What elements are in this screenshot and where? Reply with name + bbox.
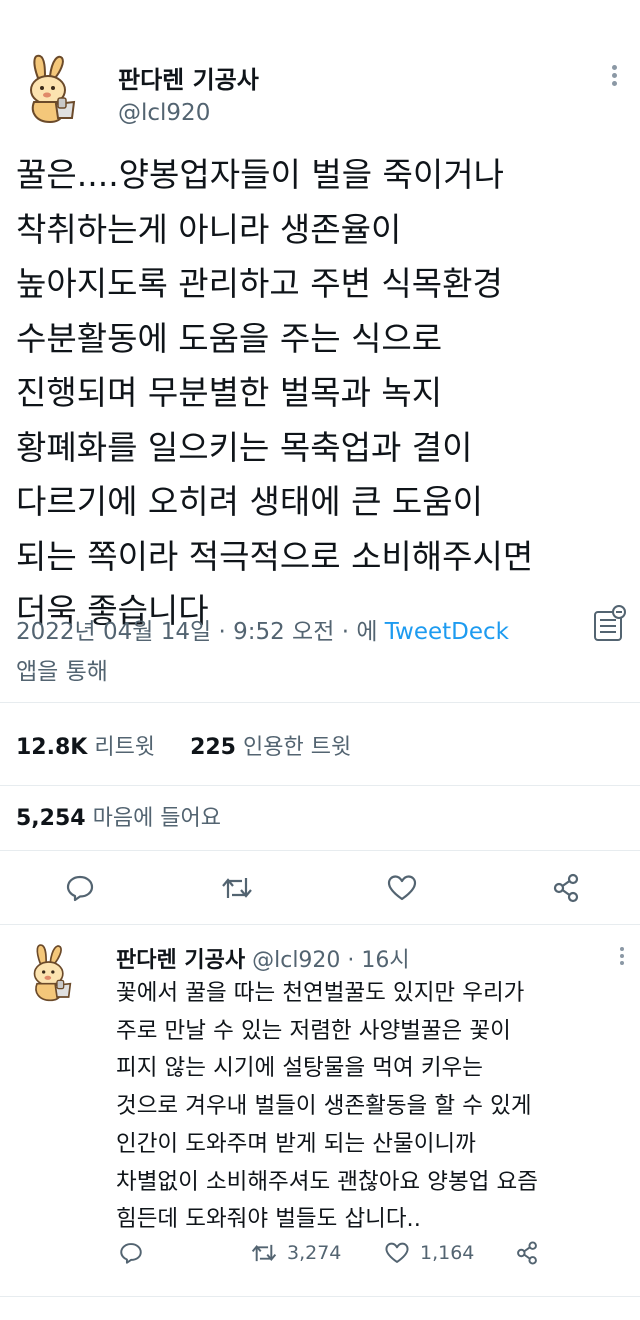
quotes-count: 225 [190, 735, 236, 760]
more-icon[interactable] [614, 944, 630, 970]
main-tweet: 판다렌 기공사 @lcl920 꿀은....양봉업자들이 벌을 죽이거나 착취하… [0, 0, 640, 925]
quotes-stat[interactable]: 225 인용한 트윗 [190, 735, 365, 760]
like-icon [385, 1242, 409, 1263]
retweets-count: 12.8K [16, 735, 88, 760]
like-stats: 5,254 마음에 들어요 [16, 800, 249, 832]
source-link[interactable]: TweetDeck [385, 619, 509, 645]
source-suffix: 앱을 통해 [16, 659, 108, 685]
author-handle[interactable]: @lcl920 [118, 100, 210, 126]
share-icon[interactable] [514, 1240, 540, 1266]
divider [0, 850, 640, 851]
retweet-icon [251, 1244, 277, 1262]
timestamp[interactable]: 2022년 04월 14일 · 9:52 오전 · 에 [16, 619, 385, 645]
retweet-stats: 12.8K 리트윗 225 인용한 트윗 [16, 729, 379, 761]
retweets-stat[interactable]: 12.8K 리트윗 [16, 735, 169, 760]
like-icon[interactable] [386, 872, 418, 904]
retweets-label: 리트윗 [94, 735, 156, 760]
reply-author-avatar[interactable] [22, 940, 82, 1004]
reply-text: 꽃에서 꿀을 따는 천연벌꿀도 있지만 우리가 주로 만날 수 있는 저렴한 사… [116, 980, 538, 1233]
divider [0, 785, 640, 786]
tweet-meta: 2022년 04월 14일 · 9:52 오전 · 에 TweetDeck 앱을… [16, 612, 576, 692]
reply-likes-count: 1,164 [420, 1242, 475, 1264]
share-icon[interactable] [550, 872, 582, 904]
divider [0, 1296, 640, 1297]
reply-retweets-count: 3,274 [287, 1242, 342, 1264]
reply-icon[interactable] [64, 872, 96, 904]
rabbit-avatar-icon [30, 54, 76, 124]
author-avatar[interactable] [16, 50, 88, 126]
tweetdeck-icon [592, 604, 628, 644]
rabbit-avatar-icon [33, 944, 72, 1002]
likes-count: 5,254 [16, 806, 86, 831]
divider [0, 924, 640, 925]
likes-stat[interactable]: 5,254 마음에 들어요 [16, 806, 235, 831]
reply-author-name[interactable]: 판다렌 기공사 [116, 948, 245, 973]
reply-icon[interactable] [118, 1240, 144, 1266]
author-name[interactable]: 판다렌 기공사 [118, 60, 259, 95]
reply-author-handle[interactable]: @lcl920 · 16시 [252, 948, 410, 973]
retweet-icon[interactable] [220, 872, 254, 904]
like-button[interactable]: 1,164 [384, 1240, 474, 1266]
retweet-button[interactable]: 3,274 [250, 1240, 341, 1266]
more-icon[interactable] [606, 62, 622, 90]
likes-label: 마음에 들어요 [92, 806, 222, 831]
tweet-text: 꿀은....양봉업자들이 벌을 죽이거나 착취하는게 아니라 생존율이 높아지도… [16, 155, 534, 630]
quotes-label: 인용한 트윗 [243, 735, 352, 760]
divider [0, 702, 640, 703]
reply-author-line: 판다렌 기공사 @lcl920 · 16시 [116, 942, 410, 974]
